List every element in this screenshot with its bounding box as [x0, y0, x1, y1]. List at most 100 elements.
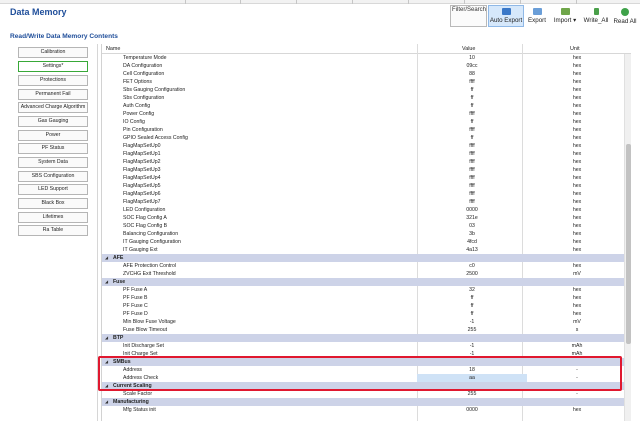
- export-button[interactable]: Export: [525, 5, 549, 27]
- parameter-value[interactable]: ffff: [417, 190, 527, 198]
- parameter-row[interactable]: Sbs Configuration ff hex: [102, 94, 624, 102]
- group-row[interactable]: ◢ BTP: [102, 334, 624, 342]
- sidebar-item-system-data[interactable]: System Data: [18, 157, 88, 168]
- group-row[interactable]: ◢ Fuse: [102, 278, 624, 286]
- parameter-row[interactable]: IT Gauging Ext 4a13 hex: [102, 246, 624, 254]
- parameter-value[interactable]: ffff: [417, 158, 527, 166]
- sidebar-item-pf-status[interactable]: PF Status: [18, 143, 88, 154]
- parameter-value[interactable]: 10: [417, 54, 527, 62]
- column-header-unit[interactable]: Unit: [570, 46, 580, 52]
- parameter-row[interactable]: Sbs Gauging Configuration ff hex: [102, 86, 624, 94]
- scrollbar-thumb[interactable]: [626, 144, 631, 344]
- collapse-caret-icon[interactable]: ◢: [105, 398, 108, 406]
- column-header-name[interactable]: Name: [106, 46, 120, 52]
- parameter-value[interactable]: ffff: [417, 174, 527, 182]
- parameter-value[interactable]: 0000: [417, 206, 527, 214]
- parameter-row[interactable]: Mfg Status init 0000 hex: [102, 406, 624, 414]
- parameter-row[interactable]: Auth Config ff hex: [102, 102, 624, 110]
- parameter-row[interactable]: SOC Flag Config B 03 hex: [102, 222, 624, 230]
- parameter-value[interactable]: 255: [417, 326, 527, 334]
- parameter-row[interactable]: Pin Configuration ffff hex: [102, 126, 624, 134]
- parameter-row[interactable]: FlagMapSetUp5 ffff hex: [102, 182, 624, 190]
- parameter-value[interactable]: ffff: [417, 110, 527, 118]
- parameter-row[interactable]: FlagMapSetUp4 ffff hex: [102, 174, 624, 182]
- parameter-value[interactable]: 255: [417, 390, 527, 398]
- parameter-value[interactable]: ffff: [417, 198, 527, 206]
- sidebar-item-permanent-fail[interactable]: Permanent Fail: [18, 89, 88, 100]
- parameter-value[interactable]: 32: [417, 286, 527, 294]
- sidebar-item-settings[interactable]: Settings*: [18, 61, 88, 72]
- sidebar-item-lifetimes[interactable]: Lifetimes: [18, 212, 88, 223]
- parameter-value[interactable]: ff: [417, 294, 527, 302]
- import-button[interactable]: Import ▾: [550, 5, 580, 27]
- parameter-row[interactable]: Fuse Blow Timeout 255 s: [102, 326, 624, 334]
- read-all-button[interactable]: Read All: [611, 5, 639, 27]
- parameter-row[interactable]: FlagMapSetUp2 ffff hex: [102, 158, 624, 166]
- parameter-row[interactable]: DA Configuration 09cc hex: [102, 62, 624, 70]
- parameter-row[interactable]: Balancing Configuration 3b hex: [102, 230, 624, 238]
- parameter-value[interactable]: ff: [417, 310, 527, 318]
- parameter-value[interactable]: ffff: [417, 182, 527, 190]
- parameter-row[interactable]: PF Fuse B ff hex: [102, 294, 624, 302]
- parameter-row[interactable]: FET Options ffff hex: [102, 78, 624, 86]
- parameter-row[interactable]: AFE Protection Control c0 hex: [102, 262, 624, 270]
- sidebar-item-protections[interactable]: Protections: [18, 75, 88, 86]
- parameter-row[interactable]: ZVCHG Exit Threshold 2500 mV: [102, 270, 624, 278]
- parameter-row[interactable]: Min Blow Fuse Voltage -1 mV: [102, 318, 624, 326]
- parameter-value[interactable]: 03: [417, 222, 527, 230]
- parameter-row[interactable]: FlagMapSetUp6 ffff hex: [102, 190, 624, 198]
- sidebar-item-gas-gauging[interactable]: Gas Gauging: [18, 116, 88, 127]
- parameter-value[interactable]: ffff: [417, 78, 527, 86]
- sidebar-item-black-box[interactable]: Black Box: [18, 198, 88, 209]
- parameter-row[interactable]: IO Config ff hex: [102, 118, 624, 126]
- collapse-caret-icon[interactable]: ◢: [105, 254, 108, 262]
- parameter-value[interactable]: 4a13: [417, 246, 527, 254]
- parameter-value[interactable]: ff: [417, 302, 527, 310]
- parameter-value[interactable]: ffff: [417, 150, 527, 158]
- group-row[interactable]: ◢ Manufacturing: [102, 398, 624, 406]
- parameter-row[interactable]: SOC Flag Config A 321e hex: [102, 214, 624, 222]
- parameter-row[interactable]: PF Fuse C ff hex: [102, 302, 624, 310]
- parameter-row[interactable]: FlagMapSetUp7 ffff hex: [102, 198, 624, 206]
- parameter-value[interactable]: ff: [417, 102, 527, 110]
- parameter-value[interactable]: 09cc: [417, 62, 527, 70]
- parameter-value[interactable]: 4fcd: [417, 238, 527, 246]
- parameter-value[interactable]: ff: [417, 86, 527, 94]
- parameter-value[interactable]: 0000: [417, 406, 527, 414]
- sidebar-item-advanced-charge-algorithm[interactable]: Advanced Charge Algorithm: [18, 102, 88, 113]
- parameter-value[interactable]: ffff: [417, 142, 527, 150]
- parameter-row[interactable]: Init Discharge Set -1 mAh: [102, 342, 624, 350]
- group-row[interactable]: ◢ AFE: [102, 254, 624, 262]
- parameter-row[interactable]: Temperature Mode 10 hex: [102, 54, 624, 62]
- vertical-scrollbar[interactable]: [624, 54, 631, 421]
- parameter-value[interactable]: c0: [417, 262, 527, 270]
- parameter-value[interactable]: ffff: [417, 126, 527, 134]
- write-all-button[interactable]: Write_All: [582, 5, 610, 27]
- sidebar-item-ra-table[interactable]: Ra Table: [18, 225, 88, 236]
- parameter-row[interactable]: IT Gauging Configuration 4fcd hex: [102, 238, 624, 246]
- column-header-value[interactable]: Value: [462, 46, 475, 52]
- parameter-row[interactable]: PF Fuse D ff hex: [102, 310, 624, 318]
- parameter-row[interactable]: FlagMapSetUp1 ffff hex: [102, 150, 624, 158]
- parameter-row[interactable]: FlagMapSetUp3 ffff hex: [102, 166, 624, 174]
- parameter-row[interactable]: PF Fuse A 32 hex: [102, 286, 624, 294]
- parameter-value[interactable]: 321e: [417, 214, 527, 222]
- parameter-value[interactable]: 88: [417, 70, 527, 78]
- parameter-value[interactable]: ff: [417, 134, 527, 142]
- parameter-value[interactable]: -1: [417, 318, 527, 326]
- parameter-value[interactable]: ffff: [417, 166, 527, 174]
- parameter-row[interactable]: Power Config ffff hex: [102, 110, 624, 118]
- parameter-value[interactable]: ff: [417, 118, 527, 126]
- parameter-row[interactable]: LED Configuration 0000 hex: [102, 206, 624, 214]
- parameter-row[interactable]: Cell Configuration 88 hex: [102, 70, 624, 78]
- auto-export-button[interactable]: Auto Export: [488, 5, 524, 27]
- sidebar-item-power[interactable]: Power: [18, 130, 88, 141]
- collapse-caret-icon[interactable]: ◢: [105, 278, 108, 286]
- parameter-row[interactable]: Scale Factor 255 -: [102, 390, 624, 398]
- sidebar-item-calibration[interactable]: Calibration: [18, 47, 88, 58]
- parameter-value[interactable]: 3b: [417, 230, 527, 238]
- sidebar-item-sbs-configuration[interactable]: SBS Configuration: [18, 171, 88, 182]
- collapse-caret-icon[interactable]: ◢: [105, 334, 108, 342]
- sidebar-item-led-support[interactable]: LED Support: [18, 184, 88, 195]
- parameter-row[interactable]: GPIO Sealed Access Config ff hex: [102, 134, 624, 142]
